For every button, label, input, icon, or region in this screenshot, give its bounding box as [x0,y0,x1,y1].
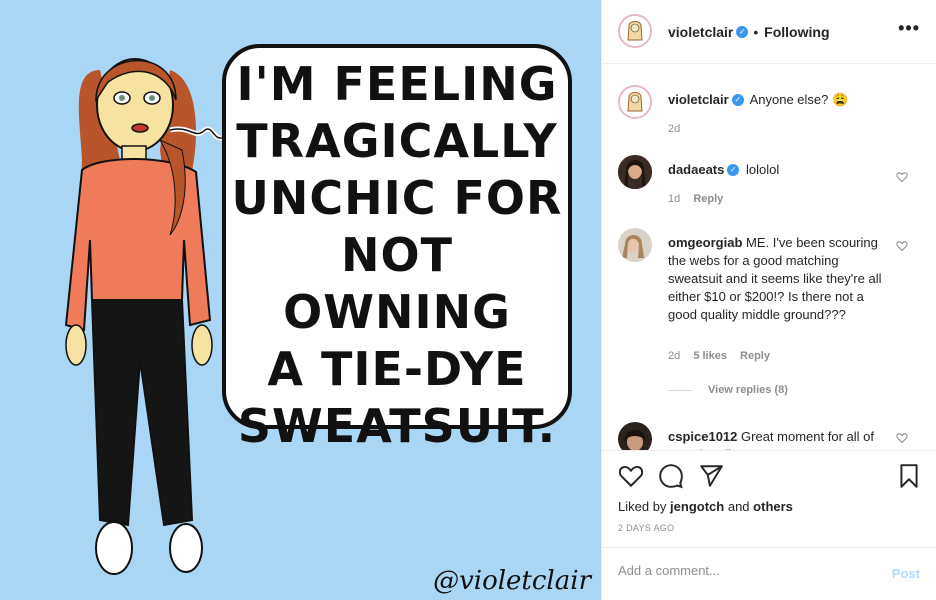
caption-time[interactable]: 2d [668,123,680,135]
add-comment-bar: Post [602,547,936,600]
avatar[interactable] [618,155,652,189]
like-comment-heart-icon[interactable] [896,432,908,444]
post-header: violetclair ✓ • Following ••• [602,0,936,64]
header-user-line: violetclair ✓ • Following [668,24,830,40]
comment-text-line: dadaeats ✓ lololol [668,161,883,179]
instagram-post: I'M FEELING TRAGICALLY UNCHIC FOR NOT OW… [0,0,936,600]
post-image[interactable]: I'M FEELING TRAGICALLY UNCHIC FOR NOT OW… [0,0,601,600]
comments-list[interactable]: violetclair ✓ Anyone else? 😩 2d dadaeats ✓… [602,65,936,450]
reply-button[interactable]: Reply [693,193,723,205]
comment-time[interactable]: 2d [668,350,680,362]
bubble-line: UNCHIC FOR [231,171,563,225]
liked-prefix: Liked by [618,499,667,514]
avatar[interactable] [618,85,652,119]
like-heart-icon[interactable] [618,463,644,489]
speech-bubble-text: I'M FEELING TRAGICALLY UNCHIC FOR NOT OW… [226,56,568,455]
post-sidebar: violetclair ✓ • Following ••• violetclair ✓… [601,0,936,600]
like-comment-heart-icon[interactable] [896,240,908,252]
caption-text-line: violetclair ✓ Anyone else? 😩 [668,91,883,109]
bookmark-save-icon[interactable] [896,463,922,489]
view-replies-divider [668,389,692,391]
comment-text: lololol [746,162,780,177]
comment-likes[interactable]: 5 likes [693,350,727,362]
username-link[interactable]: violetclair [668,24,733,40]
verified-badge-icon: ✓ [736,26,749,39]
liked-by-text: Liked by jengotch and others [618,499,793,514]
comment-time[interactable]: 1d [668,193,680,205]
comment-username[interactable]: omgeorgiab [668,235,742,250]
liked-suffix: and [727,499,750,514]
caption-meta: 2d [668,123,690,135]
following-button[interactable]: Following [764,24,829,40]
bubble-line: A TIE-DYE [267,342,527,396]
comment-bubble-icon[interactable] [658,463,684,489]
comment-meta: 1d Reply [668,193,733,205]
view-replies-label: View replies (8) [708,384,788,396]
comment-meta: 2d 5 likes Reply [668,350,780,362]
bubble-line: SWEATSUIT. [237,399,557,453]
view-replies-button[interactable]: View replies (8) [668,384,788,396]
caption-text: Anyone else? 😩 [749,92,849,107]
like-comment-heart-icon[interactable] [896,171,908,183]
bubble-line: NOT OWNING [283,228,511,339]
reply-button[interactable]: Reply [740,350,770,362]
avatar[interactable] [618,14,652,48]
bubble-line: I'M FEELING [236,57,558,111]
avatar[interactable] [618,228,652,262]
speech-bubble: I'M FEELING TRAGICALLY UNCHIC FOR NOT OW… [222,44,572,453]
avatar[interactable] [618,422,652,450]
comment-text-line: cspice1012 Great moment for all of us to… [668,428,883,450]
comment-username[interactable]: dadaeats [668,162,724,177]
post-comment-button[interactable]: Post [892,566,920,581]
comment-text-line: omgeorgiab ME. I've been scouring the we… [668,234,883,324]
artist-signature: @violetclair [433,566,591,596]
post-date[interactable]: 2 DAYS AGO [618,523,674,533]
comment-username[interactable]: cspice1012 [668,429,737,444]
comment-input[interactable] [618,563,868,578]
liked-user-link[interactable]: jengotch [670,499,724,514]
girl-illustration [64,58,223,575]
liked-others-link[interactable]: others [753,499,793,514]
verified-badge-icon: ✓ [727,163,740,176]
more-options-icon[interactable]: ••• [898,18,920,39]
verified-badge-icon: ✓ [731,93,744,106]
separator-dot: • [753,24,759,40]
share-send-icon[interactable] [698,463,724,489]
caption-username[interactable]: violetclair [668,92,729,107]
post-actions: Liked by jengotch and others 2 DAYS AGO [602,450,936,547]
bubble-line: TRAGICALLY [236,114,558,168]
